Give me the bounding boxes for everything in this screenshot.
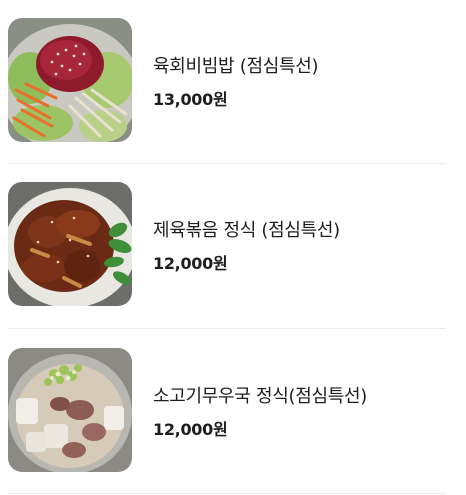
menu-item-beef-radish-soup[interactable]: 소고기무우국 정식(점심특선) 12,000원 [8,348,446,476]
jeyuk-bokkeum-photo[interactable] [8,182,132,306]
menu-list: 육회비빔밥 (점심특선) 13,000원 제육볶음 정식 (점심특선) 12,0… [0,0,466,495]
menu-item-name: 육회비빔밥 (점심특선) [153,56,319,77]
menu-item-price: 12,000원 [153,420,228,439]
divider [8,493,446,494]
menu-item-price: 12,000원 [153,254,228,273]
yukhoe-bibimbap-photo[interactable] [8,18,132,142]
menu-item-name: 소고기무우국 정식(점심특선) [153,386,367,407]
menu-item-price: 13,000원 [153,90,228,109]
beef-radish-soup-photo[interactable] [8,348,132,472]
menu-item-name: 제육볶음 정식 (점심특선) [153,220,340,241]
menu-item-yukhoe-bibimbap[interactable]: 육회비빔밥 (점심특선) 13,000원 [8,18,446,146]
menu-item-jeyuk-bokkeum[interactable]: 제육볶음 정식 (점심특선) 12,000원 [8,182,446,310]
divider [8,328,446,329]
divider [8,163,446,164]
